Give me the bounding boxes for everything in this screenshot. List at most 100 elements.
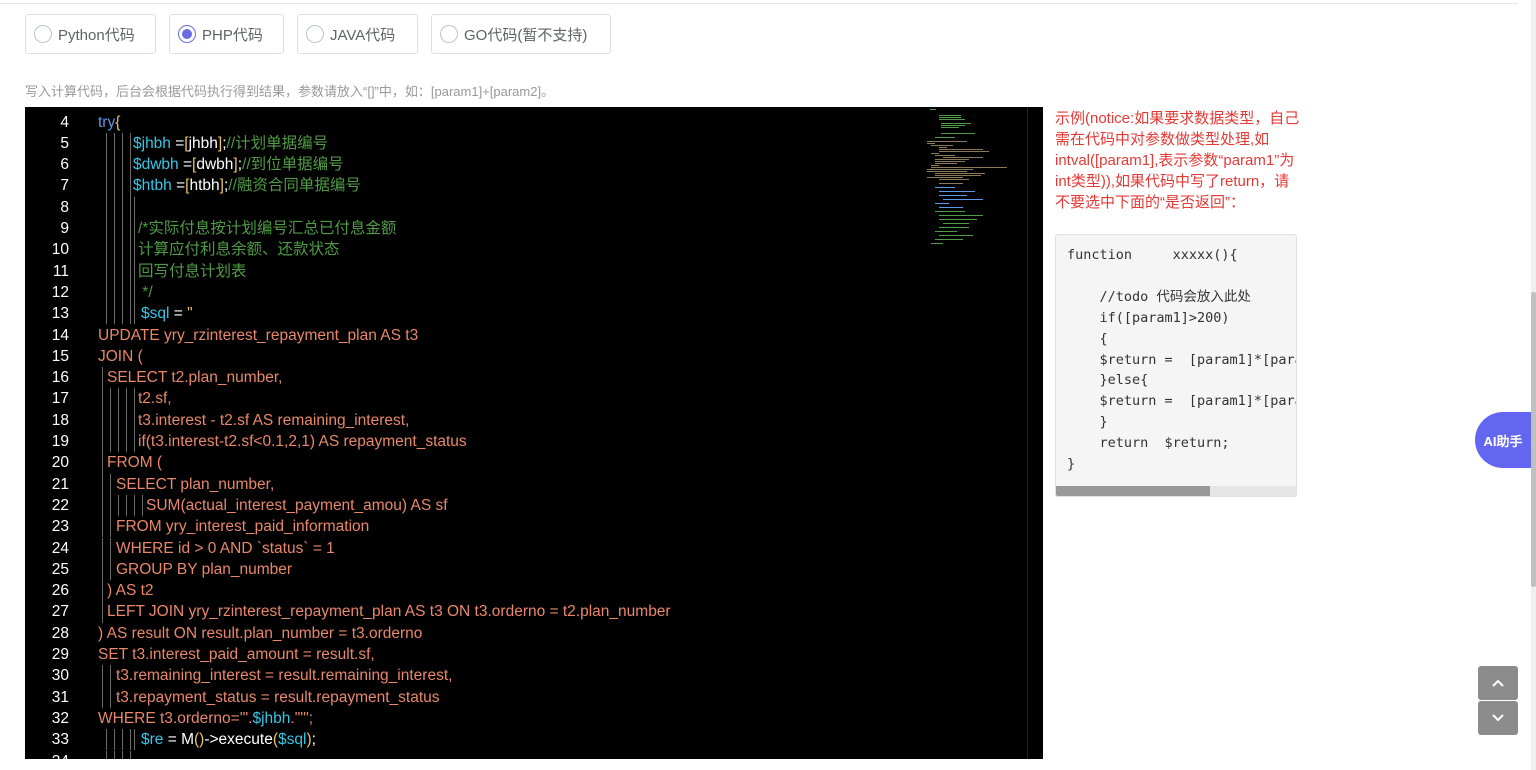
- code-token: SELECT plan_number,: [116, 475, 275, 493]
- code-line[interactable]: 28) AS result ON result.plan_number = t3…: [25, 623, 1025, 644]
- code-token: 计算应付利息余额、还款状态: [138, 241, 340, 259]
- editor-scroll-divider: [1027, 107, 1028, 759]
- line-number: 31: [51, 688, 69, 706]
- indent-guide: [114, 132, 115, 155]
- code-line[interactable]: 20 FROM (: [25, 452, 1025, 474]
- indent-guide: [102, 388, 103, 410]
- code-line[interactable]: 25 GROUP BY plan_number: [25, 558, 1025, 581]
- code-line[interactable]: 13 $sql = ": [25, 303, 1025, 325]
- radio-python[interactable]: Python代码: [25, 14, 156, 54]
- page-scrollbar-thumb[interactable]: [1531, 292, 1536, 587]
- code-token: FROM yry_interest_paid_information: [116, 518, 370, 536]
- indent-guide: [130, 154, 131, 176]
- line-number: 21: [51, 475, 69, 493]
- scroll-bottom-button[interactable]: [1478, 701, 1518, 735]
- code-token: ;: [311, 731, 316, 749]
- code-text: SUM(actual_interest_payment_amou) AS sf: [146, 495, 448, 516]
- code-token: LEFT JOIN yry_rzinterest_repayment_plan …: [107, 603, 671, 621]
- code-line[interactable]: 4 try{: [25, 112, 1025, 133]
- indent-guide: [102, 494, 103, 517]
- indent-guide: [106, 218, 107, 240]
- line-number: 18: [51, 411, 69, 429]
- code-token: t2.sf,: [138, 390, 172, 408]
- indent-guide: [122, 154, 123, 176]
- code-line[interactable]: 31 t3.repayment_status = result.repayment…: [25, 686, 1025, 708]
- code-line[interactable]: 7 $htbh =[htbh];//融资合同单据编号: [25, 175, 1025, 197]
- code-token: SELECT t2.plan_number,: [107, 369, 283, 387]
- code-line[interactable]: 33 $re = M()->execute($sql);: [25, 729, 1025, 751]
- code-line[interactable]: 16 SELECT t2.plan_number,: [25, 367, 1025, 389]
- top-divider: [0, 3, 1518, 4]
- code-token: //融资合同单据编号: [228, 177, 361, 195]
- code-line[interactable]: 34: [25, 750, 1025, 759]
- indent-guide: [134, 431, 135, 453]
- code-line[interactable]: 5 $jhbh =[jhbh];//计划单据编号: [25, 132, 1025, 155]
- code-text: FROM (: [107, 452, 162, 473]
- code-line[interactable]: 17 t2.sf,: [25, 388, 1025, 410]
- indent-guide: [110, 473, 111, 495]
- code-line[interactable]: 32 WHERE t3.orderno='".$jhbh."'";: [25, 708, 1025, 729]
- code-line[interactable]: 11 回写付息计划表: [25, 260, 1025, 282]
- code-token: =: [169, 305, 188, 323]
- indent-guide: [130, 175, 131, 197]
- indent-guide: [106, 239, 107, 261]
- indent-guide: [102, 473, 103, 495]
- code-token: FROM (: [107, 454, 163, 472]
- line-number: 27: [51, 603, 69, 621]
- radio-java[interactable]: JAVA代码: [297, 14, 418, 54]
- code-token: SET t3.interest_paid_amount = result.sf,: [98, 646, 375, 663]
- code-line[interactable]: 27 LEFT JOIN yry_rzinterest_repayment_pla…: [25, 601, 1025, 623]
- code-token: (): [194, 731, 205, 749]
- indent-guide: [130, 132, 131, 155]
- code-token: ->execute: [204, 731, 273, 749]
- code-line[interactable]: 14 UPDATE yry_rzinterest_repayment_plan A…: [25, 325, 1025, 346]
- radio-go[interactable]: GO代码(暂不支持): [431, 14, 611, 54]
- code-line[interactable]: 21 SELECT plan_number,: [25, 473, 1025, 495]
- code-token: htbh: [189, 177, 220, 195]
- code-token: t3.interest - t2.sf AS remaining_interes…: [138, 411, 410, 429]
- ai-assistant-button[interactable]: AI助手: [1475, 412, 1531, 468]
- code-line[interactable]: 9 /*实际付息按计划编号汇总已付息金额: [25, 218, 1025, 240]
- code-line[interactable]: 29 SET t3.interest_paid_amount = result.s…: [25, 644, 1025, 665]
- code-line[interactable]: 10 计算应付利息余额、还款状态: [25, 239, 1025, 261]
- code-line[interactable]: 22 SUM(actual_interest_payment_amou) AS s…: [25, 494, 1025, 517]
- indent-guide: [114, 196, 115, 218]
- indent-guide: [114, 260, 115, 282]
- code-token: $jhbh: [252, 709, 291, 727]
- radio-php[interactable]: PHP代码: [169, 14, 284, 54]
- code-token: $jhbh: [133, 134, 171, 152]
- code-line[interactable]: 23 FROM yry_interest_paid_information: [25, 516, 1025, 538]
- code-line[interactable]: 8: [25, 196, 1025, 218]
- example-horizontal-scrollbar[interactable]: [1056, 486, 1296, 496]
- line-number: 6: [60, 156, 69, 174]
- indent-guide: [114, 729, 115, 751]
- language-radio-group: Python代码 PHP代码 JAVA代码 GO代码(暂不支持): [25, 14, 611, 54]
- code-token: UPDATE yry_rzinterest_repayment_plan AS …: [98, 326, 419, 344]
- code-line[interactable]: 19 if(t3.interest-t2.sf<0.1,2,1) AS repay…: [25, 431, 1025, 453]
- code-line[interactable]: 30 t3.remaining_interest = result.remaini…: [25, 665, 1025, 687]
- scroll-top-button[interactable]: [1478, 666, 1518, 700]
- code-line[interactable]: 12 */: [25, 281, 1025, 304]
- code-line[interactable]: 26) AS t2: [25, 580, 1025, 602]
- code-editor[interactable]: 4 try{5 $jhbh =[jhbh];//计划单据编号 6 $dwbh =[dwb…: [25, 107, 1043, 759]
- example-scrollbar-thumb[interactable]: [1056, 486, 1210, 496]
- example-code-box: function xxxxx(){ //todo 代码会放入此处 if([par…: [1055, 234, 1297, 497]
- line-number: 10: [51, 241, 69, 259]
- code-line[interactable]: 24 WHERE id > 0 AND `status` = 1: [25, 537, 1025, 559]
- indent-guide: [134, 303, 135, 325]
- code-text: SELECT plan_number,: [116, 474, 274, 495]
- indent-guide: [122, 196, 123, 218]
- indent-guide: [134, 729, 135, 751]
- indent-guide: [118, 409, 119, 431]
- radio-checked-icon: [178, 25, 196, 43]
- line-number: 9: [60, 220, 69, 237]
- code-line[interactable]: 18 t3.interest - t2.sf AS remaining_inter…: [25, 409, 1025, 431]
- indent-guide: [102, 537, 103, 559]
- code-text: 计算应付利息余额、还款状态: [138, 239, 340, 260]
- code-token: /*实际付息按计划编号汇总已付息金额: [138, 220, 397, 237]
- indent-guide: [102, 367, 103, 389]
- code-line[interactable]: 6 $dwbh =[dwbh];//到位单据编号: [25, 154, 1025, 176]
- page-scrollbar[interactable]: [1531, 0, 1536, 770]
- code-token: t3.remaining_interest = result.remaining…: [116, 667, 453, 685]
- code-line[interactable]: 15 JOIN (: [25, 346, 1025, 367]
